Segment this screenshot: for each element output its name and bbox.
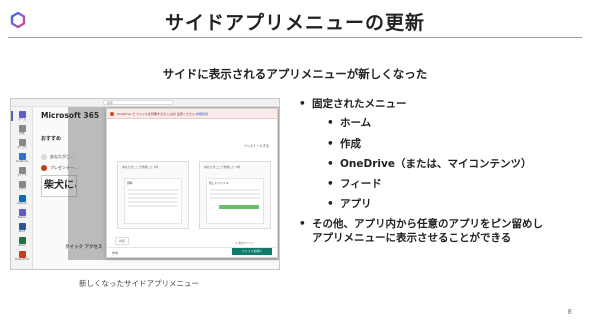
rail-item-label: フィード [16, 174, 28, 177]
app-icon [18, 111, 26, 118]
page-number: 8 [567, 308, 572, 316]
app-icon [18, 139, 26, 146]
bullet-text: OneDrive（または、マイコンテンツ） [340, 158, 532, 170]
app-icon [18, 181, 26, 188]
template-card[interactable]: あなたがここで作成した 1件 資料 [117, 161, 189, 229]
rail-item[interactable]: アプリ [15, 181, 29, 193]
file-icon [41, 154, 47, 160]
sub-bullet-item: • 作成 [327, 138, 361, 151]
rail-item[interactable]: ホーム [11, 111, 29, 123]
sub-bullet-item: • ホーム [327, 117, 372, 130]
pager[interactable]: 1 次のページ [235, 241, 253, 245]
search-box[interactable]: 検索 [103, 100, 173, 105]
rail-item-label: Outlook [16, 202, 28, 205]
app-icon [18, 153, 26, 160]
rail-item-label: Teams [17, 216, 27, 219]
bullet-marker: • [299, 218, 306, 230]
rail-item[interactable]: Outlook [15, 195, 29, 207]
rail-item-label: マイコン [16, 146, 28, 149]
create-dialog: OneDrive で ファイルを同期するの にはの 注意ください 詳細情報 イン… [106, 108, 278, 258]
recommended-heading: おすすめ [41, 136, 62, 142]
warning-icon [110, 112, 114, 116]
app-icon [18, 223, 26, 230]
app-icon [18, 209, 26, 216]
bullet-text: ホーム [340, 117, 372, 129]
rail-item[interactable]: Teams [15, 209, 29, 221]
rail-item[interactable]: Excel [15, 237, 29, 249]
app-icon [18, 251, 26, 258]
template-header: あなたがここで作成した 1件 [122, 165, 159, 169]
bullet-marker: • [299, 98, 306, 110]
powerpoint-file-icon [41, 165, 47, 171]
sub-bullet-item: • アプリ [327, 198, 372, 211]
bullet-text: 固定されたメニュー [312, 98, 407, 110]
app-screenshot: 検索 ホーム作成マイコン OneDrive フィードアプリ Outlook Teams W… [10, 98, 280, 270]
template-highlight [219, 205, 259, 209]
bullet-marker: • [327, 117, 334, 129]
bullet-text: アプリ [340, 198, 372, 210]
rail-item[interactable]: 作成 [15, 125, 29, 137]
sub-bullet-item: • フィード [327, 178, 382, 191]
bullet-marker: • [327, 178, 334, 190]
app-icon [18, 237, 26, 244]
rail-item[interactable]: マイコン [15, 139, 29, 151]
rail-item-label: ホーム [18, 118, 26, 121]
open-file-button[interactable]: ファイルを開く [232, 248, 272, 255]
rail-item-label: Excel [18, 244, 26, 247]
rail-item[interactable]: OneDrive [15, 153, 29, 165]
selected-indicator [11, 111, 13, 121]
app-icon [18, 167, 26, 174]
notice-link[interactable]: 詳細情報 [196, 112, 208, 116]
app-icon [18, 125, 26, 132]
rail-item-label: 作成 [19, 132, 25, 135]
template-card[interactable]: あなたがここで作成した 1件 新しいファイル [199, 161, 271, 229]
install-button[interactable]: インストールする [244, 143, 269, 148]
rail-item-label: OneDrive [15, 160, 29, 163]
bullet-text: アプリメニューに表示させることができる [312, 232, 512, 244]
template-preview: 新しいファイル [206, 178, 264, 224]
bullet-marker: • [327, 158, 334, 170]
screenshot-caption: 新しくなったサイドアプリメニュー [79, 279, 199, 288]
rail-item-label: PowerPoint [15, 258, 29, 261]
rail-item-label: アプリ [18, 188, 26, 191]
rail-item[interactable]: PowerPoint [15, 251, 29, 263]
rail-item[interactable]: フィード [15, 167, 29, 179]
share-button[interactable]: 共有 [115, 237, 130, 245]
bullet-marker: • [327, 198, 334, 210]
app-icon [18, 195, 26, 202]
template-preview: 資料 [124, 178, 182, 224]
rail-item[interactable]: Word [15, 223, 29, 235]
side-app-rail: ホーム作成マイコン OneDrive フィードアプリ Outlook Teams Word… [11, 107, 33, 269]
bullet-marker: • [327, 138, 334, 150]
bullet-text: フィード [340, 178, 382, 190]
rail-item-label: Word [18, 230, 26, 233]
bullet-text: その他、アプリ内から任意のアプリをピン留めし [312, 218, 543, 230]
notice-bar: OneDrive で ファイルを同期するの にはの 注意ください 詳細情報 [107, 109, 277, 119]
title-divider [8, 37, 582, 38]
bullet-item: • その他、アプリ内から任意のアプリをピン留めし [299, 218, 543, 231]
sub-bullet-item: • OneDrive（または、マイコンテンツ） [327, 158, 532, 171]
bullet-text: 作成 [340, 138, 361, 150]
app-title-bar: 検索 [11, 99, 279, 107]
slide-title: サイドアプリメニューの更新 [164, 12, 425, 34]
bullet-item: アプリメニューに表示させることができる [312, 232, 511, 245]
bullet-item: • 固定されたメニュー [299, 98, 407, 111]
slide-subtitle: サイドに表示されるアプリメニューが新しくなった [162, 67, 428, 81]
template-header: あなたがここで作成した 1件 [204, 165, 241, 169]
